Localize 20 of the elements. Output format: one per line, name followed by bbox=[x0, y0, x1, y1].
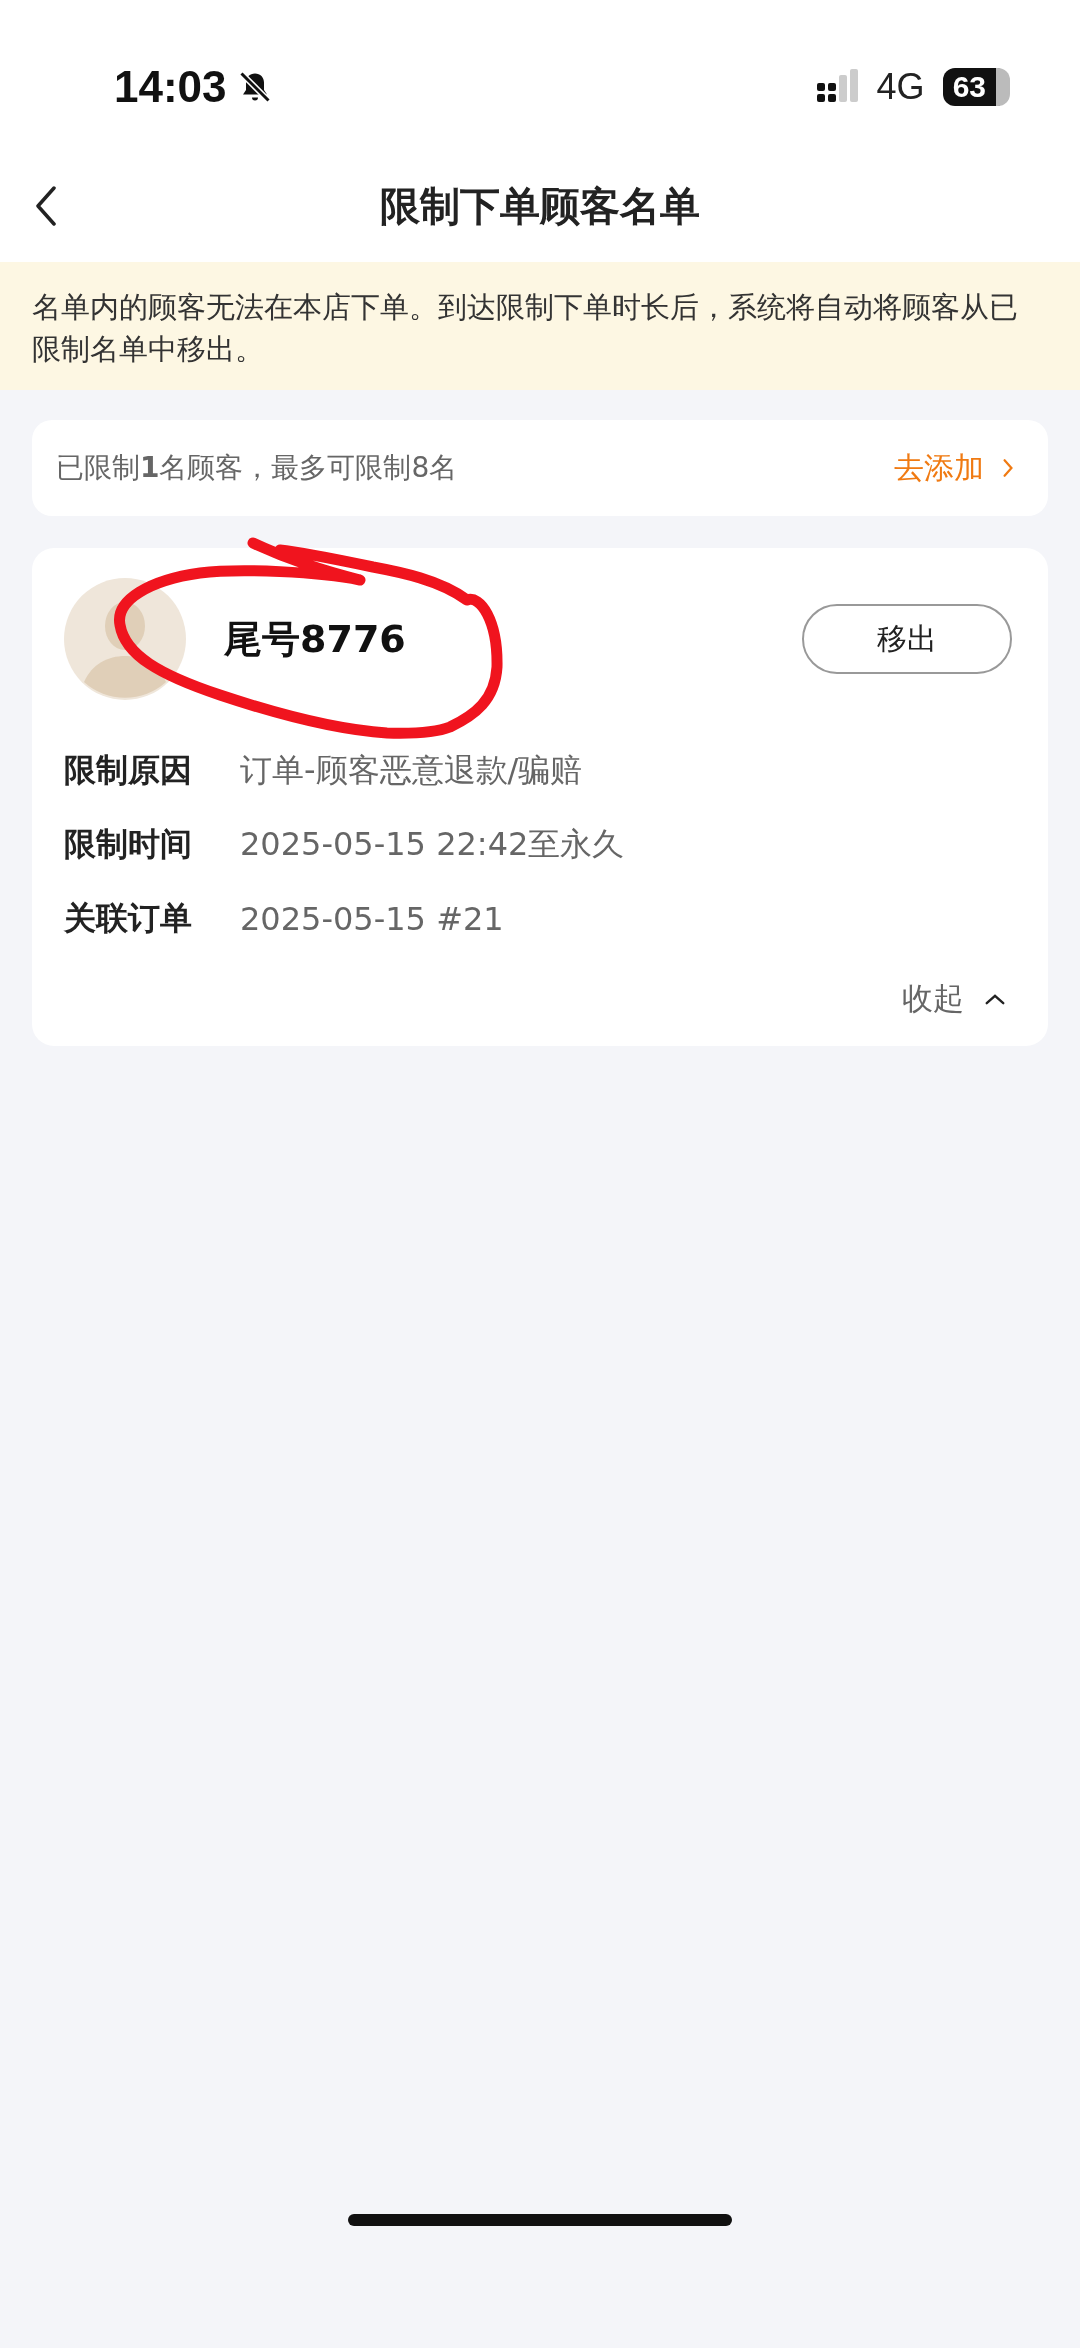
chevron-right-icon bbox=[1002, 457, 1014, 479]
network-label: 4G bbox=[876, 66, 925, 108]
customer-name: 尾号8776 bbox=[224, 615, 407, 663]
battery-indicator: 63 bbox=[942, 68, 1010, 106]
signal-icon bbox=[816, 69, 859, 105]
field-value: 订单-顾客恶意退款/骗赔 bbox=[240, 750, 583, 791]
avatar-icon bbox=[64, 578, 186, 700]
notice-banner: 名单内的顾客无法在本店下单。到达限制下单时长后，系统将自动将顾客从已限制名单中移出。 bbox=[0, 262, 1080, 390]
field-value: 2025-05-15 #21 bbox=[240, 900, 504, 938]
limit-count-text: 已限制1名顾客，最多可限制8名 bbox=[56, 450, 458, 486]
remove-button[interactable]: 移出 bbox=[802, 604, 1012, 674]
field-label: 限制原因 bbox=[64, 750, 193, 791]
back-icon[interactable] bbox=[34, 186, 58, 226]
page-title: 限制下单顾客名单 bbox=[380, 181, 700, 231]
collapse-toggle[interactable]: 收起 bbox=[902, 978, 1016, 1020]
field-label: 限制时间 bbox=[64, 824, 193, 865]
status-time: 14:03 bbox=[114, 62, 227, 112]
caret-up-icon bbox=[984, 992, 1006, 1006]
field-value: 2025-05-15 22:42至永久 bbox=[240, 824, 625, 865]
field-label: 关联订单 bbox=[64, 898, 193, 939]
